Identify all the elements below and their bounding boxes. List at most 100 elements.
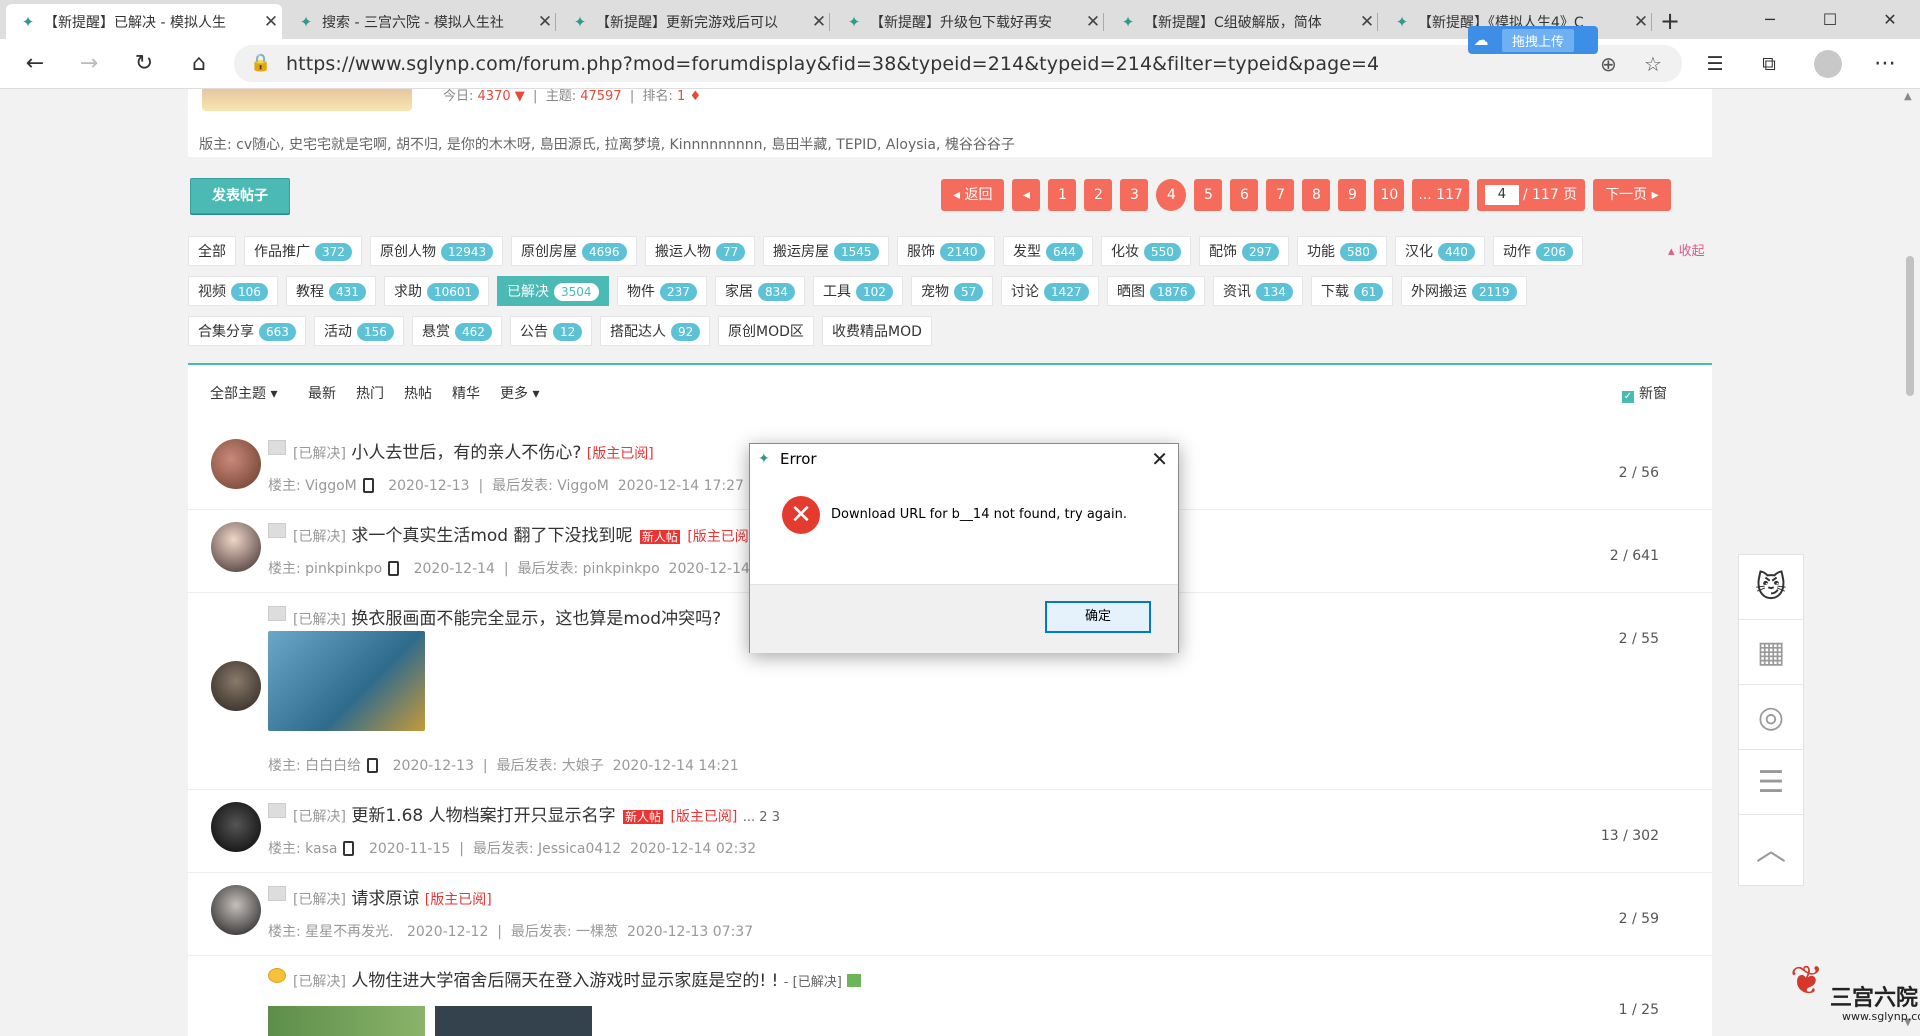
category-chip[interactable]: 动作 206: [1493, 236, 1583, 266]
new-window-checkbox[interactable]: ✓ 新窗: [1622, 383, 1667, 403]
category-chip[interactable]: 原创人物 12943: [370, 236, 504, 266]
thread-tag[interactable]: [已解决]: [293, 892, 346, 908]
favorite-star-icon[interactable]: ☆: [1644, 52, 1662, 76]
category-chip[interactable]: 全部: [188, 236, 236, 266]
browser-tab-5[interactable]: ✦ 【新提醒】C组破解版，简体 ✕: [1106, 4, 1378, 39]
last-poster[interactable]: 最后发表: Jessica0412: [473, 841, 621, 857]
tab-close-icon[interactable]: ✕: [1356, 12, 1378, 32]
thread-tag[interactable]: [已解决]: [293, 612, 346, 628]
collections-icon[interactable]: ⧉: [1752, 47, 1786, 81]
thread-tag[interactable]: [已解决]: [293, 446, 346, 462]
category-chip[interactable]: 公告 12: [510, 316, 593, 346]
category-chip[interactable]: 合集分享 663: [188, 316, 306, 346]
thread-author[interactable]: 楼主: 星星不再发光.: [268, 924, 394, 940]
category-chip[interactable]: 收费精品MOD: [822, 316, 932, 346]
list-icon[interactable]: ☰: [1739, 750, 1803, 815]
page-scrollbar[interactable]: ▲ ▼: [1900, 89, 1920, 1030]
last-poster[interactable]: 最后发表: 一棵葱: [511, 924, 618, 940]
customer-service-icon[interactable]: ◎: [1739, 685, 1803, 750]
new-tab-button[interactable]: +: [1655, 6, 1685, 36]
thread-thumbnail[interactable]: [268, 631, 425, 731]
forward-icon[interactable]: →: [72, 47, 106, 81]
category-chip[interactable]: 求助 10601: [384, 276, 490, 306]
favorites-list-icon[interactable]: ☰: [1698, 47, 1732, 81]
page-jump-input[interactable]: 4: [1484, 185, 1519, 205]
pager-page-3[interactable]: 3: [1120, 179, 1149, 211]
browser-tab-2[interactable]: ✦ 搜索 - 三宫六院 - 模拟人生社 ✕: [284, 4, 556, 39]
thread-tag[interactable]: [已解决]: [293, 809, 346, 825]
refresh-icon[interactable]: ↻: [127, 47, 161, 81]
thread-thumbnail[interactable]: [435, 1006, 592, 1036]
category-chip[interactable]: 搬运房屋 1545: [763, 236, 889, 266]
close-window-button[interactable]: ✕: [1860, 0, 1920, 39]
add-tab-circle-icon[interactable]: ⊕: [1600, 52, 1617, 76]
filter-all-topics[interactable]: 全部主题 ▾: [210, 383, 277, 403]
qr-code-icon[interactable]: ▦: [1739, 620, 1803, 685]
table-row[interactable]: [已解决] 更新1.68 人物档案打开只显示名字 新人帖 [版主已阅] ... …: [188, 790, 1712, 873]
pager-next-button[interactable]: 下一页 ▸: [1593, 179, 1671, 211]
tab-close-icon[interactable]: ✕: [1082, 12, 1104, 32]
category-chip[interactable]: 搬运人物 77: [645, 236, 756, 266]
tab-close-icon[interactable]: ✕: [1630, 12, 1652, 32]
avatar[interactable]: [211, 439, 261, 489]
browser-tab-1[interactable]: ✦ 【新提醒】已解决 - 模拟人生 ✕: [6, 4, 282, 39]
category-chip[interactable]: 原创MOD区: [718, 316, 814, 346]
pager-back-button[interactable]: ◂ 返回: [941, 179, 1005, 211]
tab-close-icon[interactable]: ✕: [808, 12, 830, 32]
pager-page-9[interactable]: 9: [1338, 179, 1367, 211]
thread-tag[interactable]: [已解决]: [293, 974, 346, 990]
scrollbar-thumb[interactable]: [1906, 256, 1914, 396]
last-poster[interactable]: 最后发表: ViggoM: [492, 478, 609, 494]
category-chip[interactable]: 悬赏 462: [412, 316, 502, 346]
category-chip[interactable]: 讨论 1427: [1001, 276, 1099, 306]
thread-author[interactable]: 楼主: kasa: [268, 841, 337, 857]
filter-digest[interactable]: 精华: [452, 383, 480, 403]
pager-prev-button[interactable]: ◂: [1012, 179, 1041, 211]
pager-page-1[interactable]: 1: [1048, 179, 1077, 211]
category-chip[interactable]: 发型 644: [1003, 236, 1093, 266]
category-chip[interactable]: 配饰 297: [1199, 236, 1289, 266]
category-chip[interactable]: 外网搬运 2119: [1401, 276, 1527, 306]
category-chip[interactable]: 家居 834: [715, 276, 805, 306]
pager-page-8[interactable]: 8: [1302, 179, 1331, 211]
filter-more[interactable]: 更多 ▾: [500, 383, 539, 403]
table-row[interactable]: [已解决] 人物住进大学宿舍后隔天在登入游戏时显示家庭是空的! ! - [已解决…: [188, 956, 1712, 1036]
thread-author[interactable]: 楼主: ViggoM: [268, 478, 357, 494]
category-chip[interactable]: 原创房屋 4696: [511, 236, 637, 266]
filter-hot-posts[interactable]: 热帖: [404, 383, 432, 403]
ok-button[interactable]: 确定: [1045, 601, 1151, 633]
browser-tab-3[interactable]: ✦ 【新提醒】更新完游戏后可以 ✕: [558, 4, 830, 39]
thread-title[interactable]: 人物住进大学宿舍后隔天在登入游戏时显示家庭是空的! !: [351, 971, 778, 991]
category-chip[interactable]: 宠物 57: [911, 276, 994, 306]
thread-page-links[interactable]: ... 2 3: [743, 810, 780, 825]
pager-last-page[interactable]: ... 117: [1412, 179, 1469, 211]
filter-latest[interactable]: 最新: [308, 383, 336, 403]
category-chip[interactable]: 晒图 1876: [1107, 276, 1205, 306]
cat-mascot-icon[interactable]: 😼: [1739, 555, 1803, 620]
browser-tab-4[interactable]: ✦ 【新提醒】升级包下载好再安 ✕: [832, 4, 1104, 39]
category-chip[interactable]: 服饰 2140: [897, 236, 995, 266]
tab-close-icon[interactable]: ✕: [534, 12, 556, 32]
category-chip[interactable]: 视频 106: [188, 276, 278, 306]
avatar[interactable]: [211, 885, 261, 935]
last-poster[interactable]: 最后发表: pinkpinkpo: [518, 561, 660, 577]
thread-title[interactable]: 求一个真实生活mod 翻了下没找到呢: [351, 526, 632, 546]
category-chip[interactable]: 作品推广 372: [244, 236, 362, 266]
more-options-icon[interactable]: ⋯: [1868, 47, 1902, 81]
category-chip[interactable]: 工具 102: [813, 276, 903, 306]
category-chip[interactable]: 教程 431: [286, 276, 376, 306]
avatar[interactable]: [211, 661, 261, 711]
thread-title[interactable]: 更新1.68 人物档案打开只显示名字: [351, 806, 615, 826]
back-icon[interactable]: ←: [18, 47, 52, 81]
filter-hot[interactable]: 热门: [356, 383, 384, 403]
back-to-top-icon[interactable]: ︿: [1739, 815, 1803, 879]
maximize-button[interactable]: ☐: [1800, 0, 1860, 39]
table-row[interactable]: [已解决] 请求原谅 [版主已阅] 楼主: 星星不再发光. 2020-12-12…: [188, 873, 1712, 956]
thread-thumbnail[interactable]: [268, 1006, 425, 1036]
category-chip[interactable]: 功能 580: [1297, 236, 1387, 266]
pager-page-6[interactable]: 6: [1230, 179, 1259, 211]
thread-author[interactable]: 楼主: pinkpinkpo: [268, 561, 382, 577]
scroll-up-icon[interactable]: ▲: [1904, 91, 1912, 102]
last-poster[interactable]: 最后发表: 大娘子: [497, 758, 604, 774]
category-chip[interactable]: 化妆 550: [1101, 236, 1191, 266]
